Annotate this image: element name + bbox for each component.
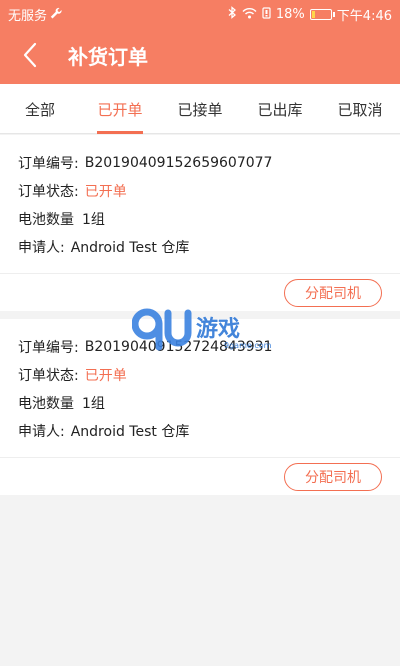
battery-percent: 18% <box>275 7 305 22</box>
assign-driver-button[interactable]: 分配司机 <box>284 279 382 307</box>
clock-text: 下午4:46 <box>336 9 392 24</box>
page-title: 补货订单 <box>68 44 148 69</box>
order-number-row: 订单编号: B20190409152659607077 <box>18 149 382 177</box>
battery-icon <box>309 9 335 20</box>
status-tabs: 全部 已开单 已接单 已出库 已取消 <box>0 84 400 134</box>
title-bar: 补货订单 <box>0 26 400 84</box>
order-status-row: 订单状态: 已开单 <box>18 361 382 389</box>
order-number-label: 订单编号: <box>18 340 79 356</box>
wrench-icon <box>50 7 62 23</box>
applicant-label: 申请人: <box>18 240 65 256</box>
chevron-left-icon <box>23 42 37 68</box>
applicant-row: 申请人: Android Test 仓库 <box>18 417 382 445</box>
order-number-row: 订单编号: B20190409152724843931 <box>18 333 382 361</box>
wifi-icon <box>242 7 257 23</box>
tab-accepted[interactable]: 已接单 <box>160 84 240 134</box>
assign-driver-button[interactable]: 分配司机 <box>284 463 382 491</box>
order-card: 订单编号: B20190409152724843931 订单状态: 已开单 电池… <box>0 319 400 495</box>
order-status-label: 订单状态: <box>18 184 79 200</box>
carrier-text: 无服务 <box>8 9 48 24</box>
tab-cancelled[interactable]: 已取消 <box>320 84 400 134</box>
applicant: Android Test 仓库 <box>70 424 190 440</box>
battery-qty-row: 电池数量 1组 <box>18 389 382 417</box>
order-status: 已开单 <box>84 184 127 200</box>
order-status-row: 订单状态: 已开单 <box>18 177 382 205</box>
order-status-label: 订单状态: <box>18 368 79 384</box>
back-button[interactable] <box>0 26 60 84</box>
battery-qty: 1组 <box>82 212 105 228</box>
battery-qty: 1组 <box>82 396 105 412</box>
tab-opened[interactable]: 已开单 <box>80 84 160 134</box>
applicant-row: 申请人: Android Test 仓库 <box>18 233 382 261</box>
applicant: Android Test 仓库 <box>70 240 190 256</box>
battery-qty-label: 电池数量 <box>18 212 74 228</box>
order-number-label: 订单编号: <box>18 156 79 172</box>
order-number: B20190409152659607077 <box>84 155 273 171</box>
applicant-label: 申请人: <box>18 424 65 440</box>
battery-qty-label: 电池数量 <box>18 396 74 412</box>
bluetooth-icon <box>227 6 237 23</box>
status-bar: 无服务 18% 下午4:46 <box>0 0 400 26</box>
tab-shipped[interactable]: 已出库 <box>240 84 320 134</box>
app-header: 无服务 18% 下午4:46 补货订单 <box>0 0 400 84</box>
order-card: 订单编号: B20190409152659607077 订单状态: 已开单 电池… <box>0 135 400 311</box>
order-number: B20190409152724843931 <box>84 339 273 355</box>
tab-all[interactable]: 全部 <box>0 84 80 134</box>
battery-saver-icon <box>262 6 271 23</box>
battery-fill <box>311 11 316 18</box>
card-footer: 分配司机 <box>0 273 400 311</box>
order-status: 已开单 <box>84 368 127 384</box>
card-footer: 分配司机 <box>0 457 400 495</box>
battery-qty-row: 电池数量 1组 <box>18 205 382 233</box>
